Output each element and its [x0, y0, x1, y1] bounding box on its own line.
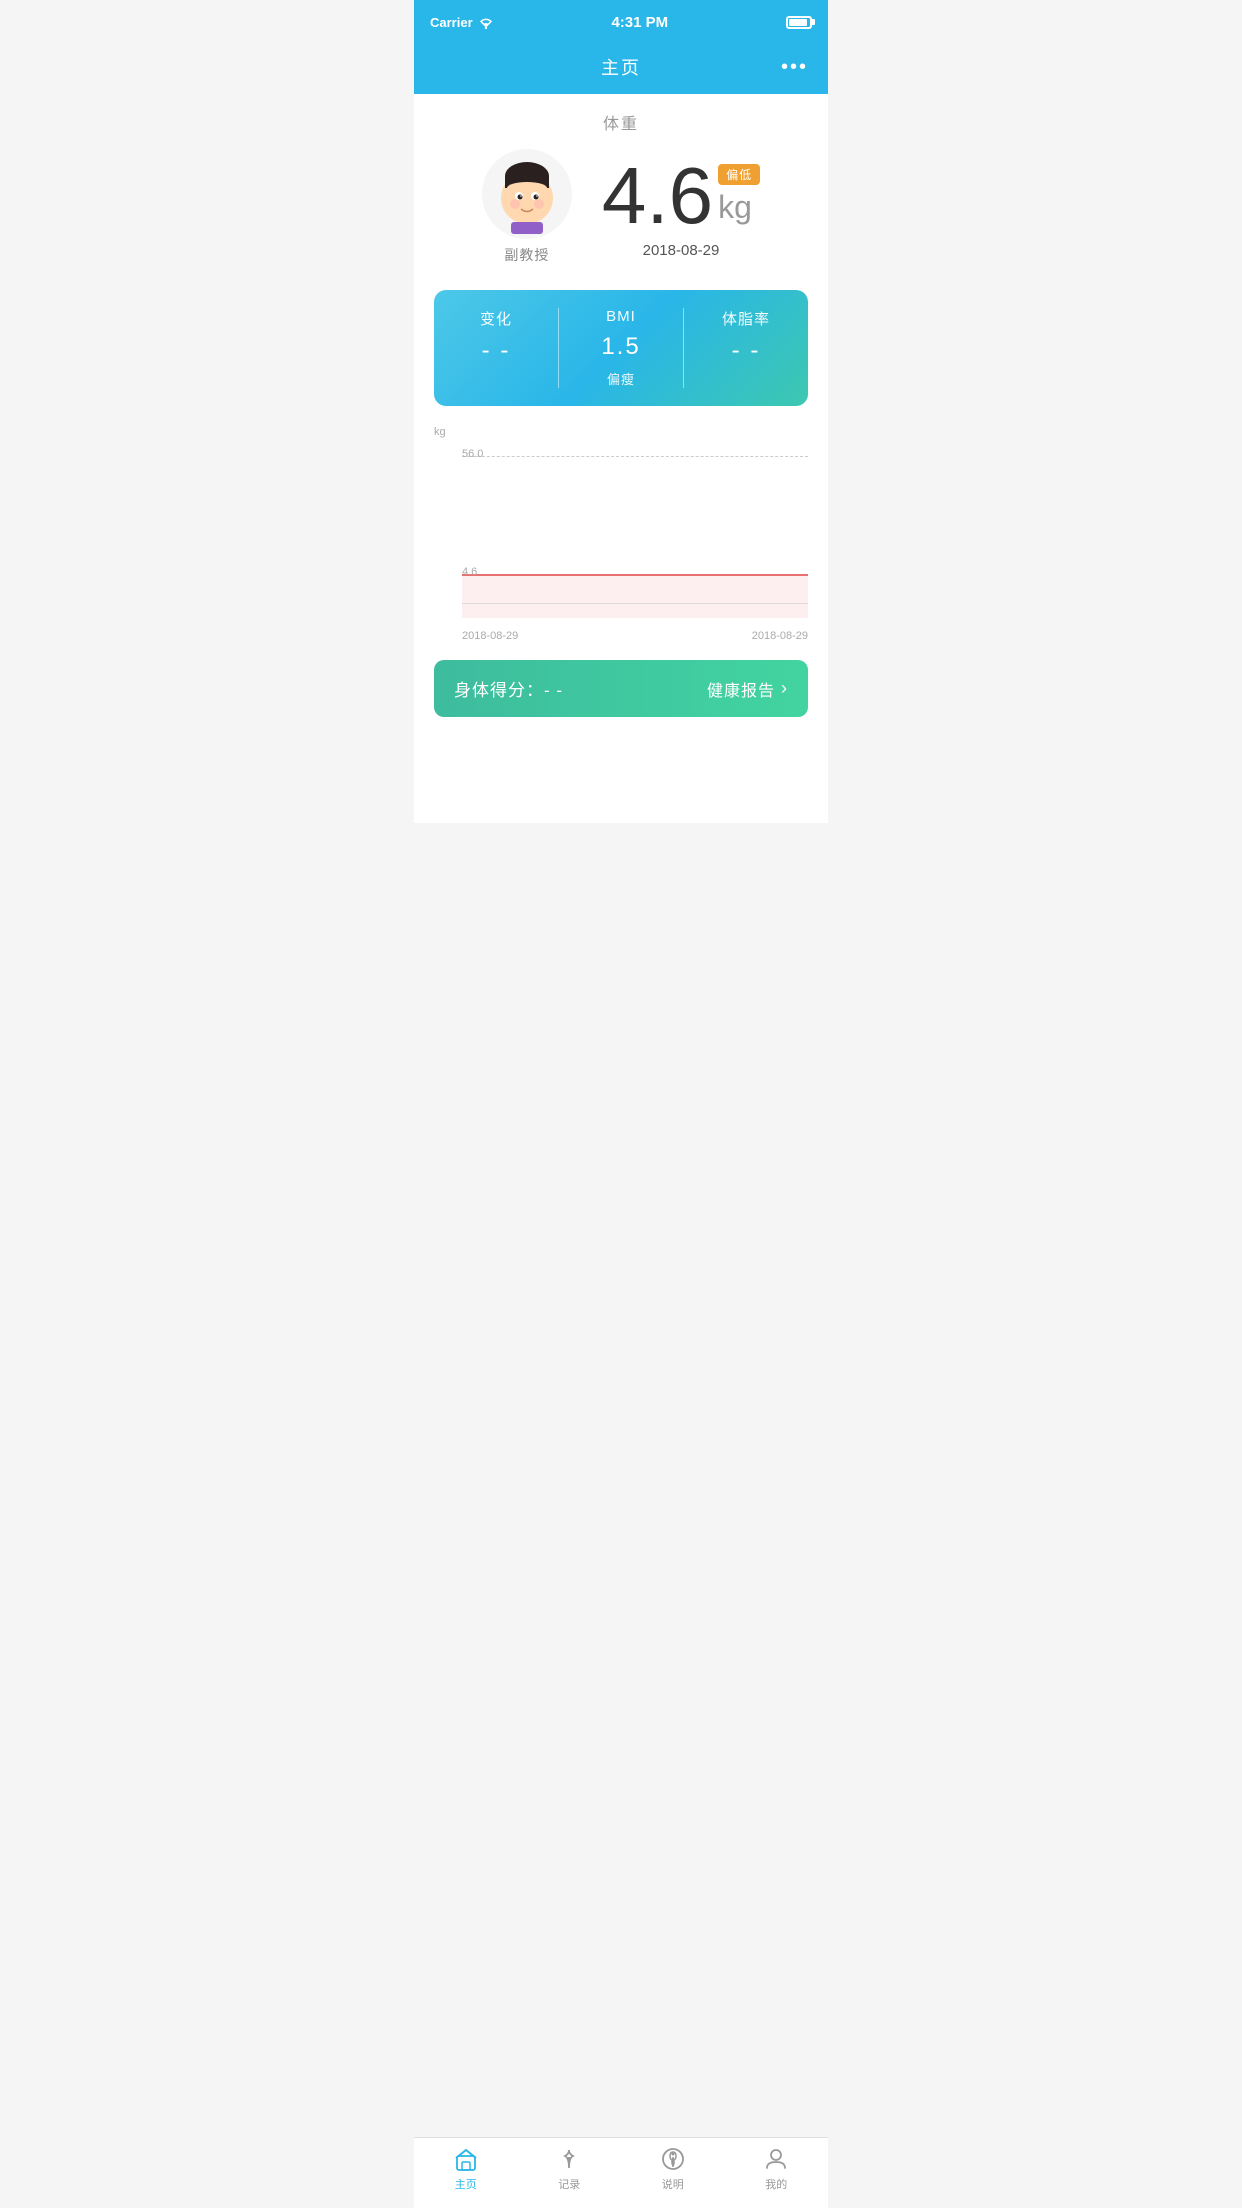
weight-number-row: 4.6 偏低 kg [602, 156, 760, 236]
chart-x-axis [462, 603, 808, 604]
status-bar: Carrier 4:31 PM [414, 0, 828, 44]
chart-solid-line [462, 574, 808, 576]
chart-y-label: kg [434, 426, 446, 438]
nav-item-records[interactable]: 记录 [534, 2146, 604, 2192]
stat-bmi-label: BMI [606, 308, 636, 325]
bottom-nav: 主页 记录 说明 [414, 2137, 828, 2208]
weight-date: 2018-08-29 [602, 242, 760, 259]
carrier-label: Carrier [430, 15, 473, 30]
weight-row: 副教授 4.6 偏低 kg 2018-08-29 [434, 144, 808, 270]
stat-bmi-sub: 偏瘦 [607, 369, 635, 388]
health-report-button[interactable]: 健康报告 › [707, 677, 788, 701]
nav-item-mine[interactable]: 我的 [741, 2146, 811, 2192]
stat-change: 变化 - - [434, 304, 558, 392]
avatar-label: 副教授 [504, 245, 549, 265]
main-content: 体重 [414, 94, 828, 823]
chart-date-start: 2018-08-29 [462, 630, 518, 642]
avatar [482, 149, 572, 239]
avatar-image [487, 154, 567, 234]
nav-spacer [414, 733, 828, 813]
section-title: 体重 [434, 110, 808, 134]
nav-home-label: 主页 [455, 2176, 477, 2192]
badge-low: 偏低 [718, 164, 760, 185]
home-icon [453, 2146, 479, 2172]
weight-display: 4.6 偏低 kg 2018-08-29 [602, 156, 760, 259]
nav-info-label: 说明 [662, 2176, 684, 2192]
chart-dates: 2018-08-29 2018-08-29 [424, 626, 818, 642]
chart-section: kg 56.0 4.6 2018-08-29 2018-08-29 [414, 416, 828, 648]
status-right [786, 16, 812, 29]
stat-bmi-value: 1.5 [601, 333, 640, 361]
nav-records-label: 记录 [558, 2176, 580, 2192]
chart-date-end: 2018-08-29 [752, 630, 808, 642]
nav-bar: 主页 ••• [414, 44, 828, 94]
chart-dashed-value: 56.0 [462, 448, 483, 460]
health-score-text: 身体得分：- - [454, 676, 563, 701]
chart-fill [462, 574, 808, 618]
profile-icon [763, 2146, 789, 2172]
stat-bodyfat-label: 体脂率 [722, 308, 770, 329]
stat-bmi: BMI 1.5 偏瘦 [559, 304, 683, 392]
wifi-icon [478, 16, 494, 29]
stat-change-label: 变化 [480, 308, 512, 329]
info-icon [660, 2146, 686, 2172]
health-report-label: 健康报告 [707, 677, 775, 701]
health-banner[interactable]: 身体得分：- - 健康报告 › [434, 660, 808, 717]
nav-item-home[interactable]: 主页 [431, 2146, 501, 2192]
nav-item-info[interactable]: 说明 [638, 2146, 708, 2192]
stat-change-value: - - [482, 337, 511, 365]
battery-icon [786, 16, 812, 29]
weight-section: 体重 [414, 94, 828, 280]
status-left: Carrier [430, 15, 494, 30]
stats-card: 变化 - - BMI 1.5 偏瘦 体脂率 - - [434, 290, 808, 406]
more-button[interactable]: ••• [781, 56, 808, 79]
nav-mine-label: 我的 [765, 2176, 787, 2192]
chart-solid-value: 4.6 [462, 566, 477, 578]
records-icon [556, 2146, 582, 2172]
weight-unit: kg [718, 189, 752, 226]
status-time: 4:31 PM [611, 14, 668, 31]
chart-container: kg 56.0 4.6 [434, 426, 808, 626]
stat-bodyfat-value: - - [732, 337, 761, 365]
avatar-section: 副教授 [482, 149, 572, 265]
nav-title: 主页 [601, 54, 641, 80]
chart-dashed-line [462, 456, 808, 457]
weight-right: 偏低 kg [718, 156, 760, 226]
weight-number: 4.6 [602, 156, 713, 236]
battery-fill [789, 19, 807, 26]
stat-bodyfat: 体脂率 - - [684, 304, 808, 392]
chevron-right-icon: › [781, 678, 788, 699]
